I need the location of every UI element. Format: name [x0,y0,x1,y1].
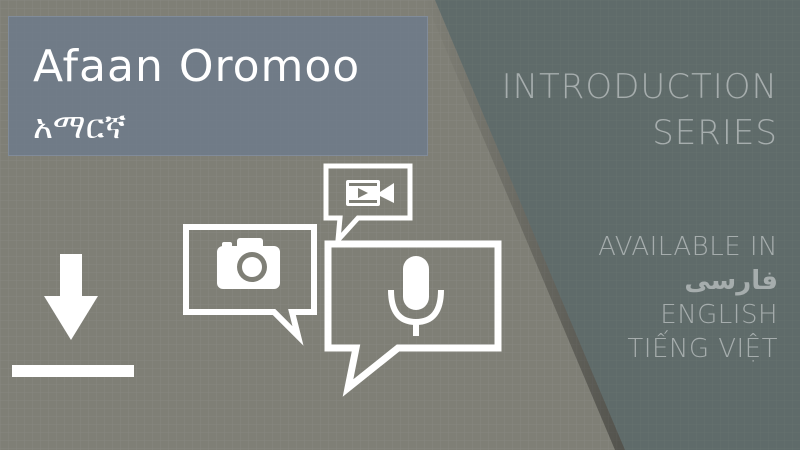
camera-bubble [183,224,317,346]
banner: Afaan Oromoo አማርኛ INTRODUCTION SERIES AV… [0,0,800,450]
microphone-icon [388,256,444,336]
microphone-bubble [324,240,502,397]
camera-icon [217,238,280,289]
download-arrow-icon [12,254,134,377]
video-bubble [323,163,413,248]
video-camera-icon [346,180,394,206]
icon-layer [12,163,502,397]
